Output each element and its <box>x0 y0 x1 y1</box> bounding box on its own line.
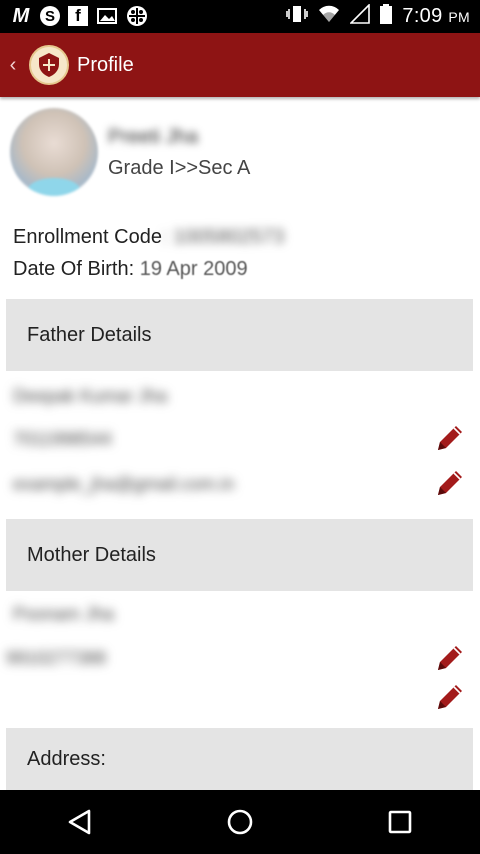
father-email: example_jha@gmail.com.in <box>13 474 235 494</box>
app-grid-icon <box>126 5 148 27</box>
pencil-icon <box>438 471 462 495</box>
pencil-icon <box>438 685 462 709</box>
skype-icon: S <box>40 6 60 26</box>
mother-details-title: Mother Details <box>27 543 156 566</box>
pencil-icon <box>438 646 462 670</box>
mother-details-header: Mother Details <box>6 519 473 591</box>
nav-back-button[interactable] <box>50 797 110 847</box>
address-title: Address: <box>27 747 106 770</box>
page-title: Profile <box>77 53 134 76</box>
student-grade: Grade I>>Sec A <box>108 157 251 179</box>
facebook-icon: f <box>68 6 88 26</box>
notification-icons: M S f <box>10 5 148 27</box>
dob-label: Date Of Birth: <box>13 258 135 280</box>
back-arrow-icon[interactable]: ‹ <box>0 33 26 97</box>
address-header: Address: <box>6 728 473 790</box>
enrollment-code-row: Enrollment Code: 1005802573 <box>13 226 284 249</box>
enrollment-code-value: : 1005802573 <box>161 226 285 248</box>
avatar <box>10 108 98 196</box>
square-recents-icon <box>388 810 412 834</box>
enrollment-code-label: Enrollment Code <box>13 226 162 248</box>
vibrate-icon <box>286 4 309 29</box>
student-name: Preeti Jha <box>108 126 199 148</box>
edit-father-phone-button[interactable] <box>432 420 468 456</box>
circle-home-icon <box>227 809 253 835</box>
nav-home-button[interactable] <box>210 797 270 847</box>
father-phone: 7011998544 <box>13 429 112 449</box>
gallery-icon <box>96 5 118 27</box>
father-name: Deepak Kumar Jha <box>13 386 168 406</box>
triangle-back-icon <box>68 809 91 835</box>
wifi-icon <box>318 5 340 28</box>
navigation-bar <box>0 790 480 854</box>
status-bar: M S f 7:09 PM <box>0 0 480 33</box>
father-details-header: Father Details <box>6 299 473 371</box>
edit-father-email-button[interactable] <box>432 465 468 501</box>
system-status: 7:09 PM <box>286 3 470 29</box>
mother-phone: 9910277388 <box>6 648 107 668</box>
nav-recents-button[interactable] <box>370 797 430 847</box>
edit-mother-email-button[interactable] <box>432 679 468 715</box>
clock: 7:09 PM <box>402 5 470 27</box>
school-logo <box>29 45 69 85</box>
signal-icon <box>349 3 371 29</box>
gmail-icon: M <box>12 4 30 27</box>
pencil-icon <box>438 426 462 450</box>
battery-icon <box>380 4 393 29</box>
edit-mother-phone-button[interactable] <box>432 640 468 676</box>
mother-name: Poonam Jha <box>13 604 115 624</box>
app-bar: ‹ Profile <box>0 33 480 97</box>
dob-value: 19 Apr 2009 <box>134 258 248 280</box>
dob-row: Date Of Birth: 19 Apr 2009 <box>13 258 248 281</box>
father-details-title: Father Details <box>27 323 152 346</box>
